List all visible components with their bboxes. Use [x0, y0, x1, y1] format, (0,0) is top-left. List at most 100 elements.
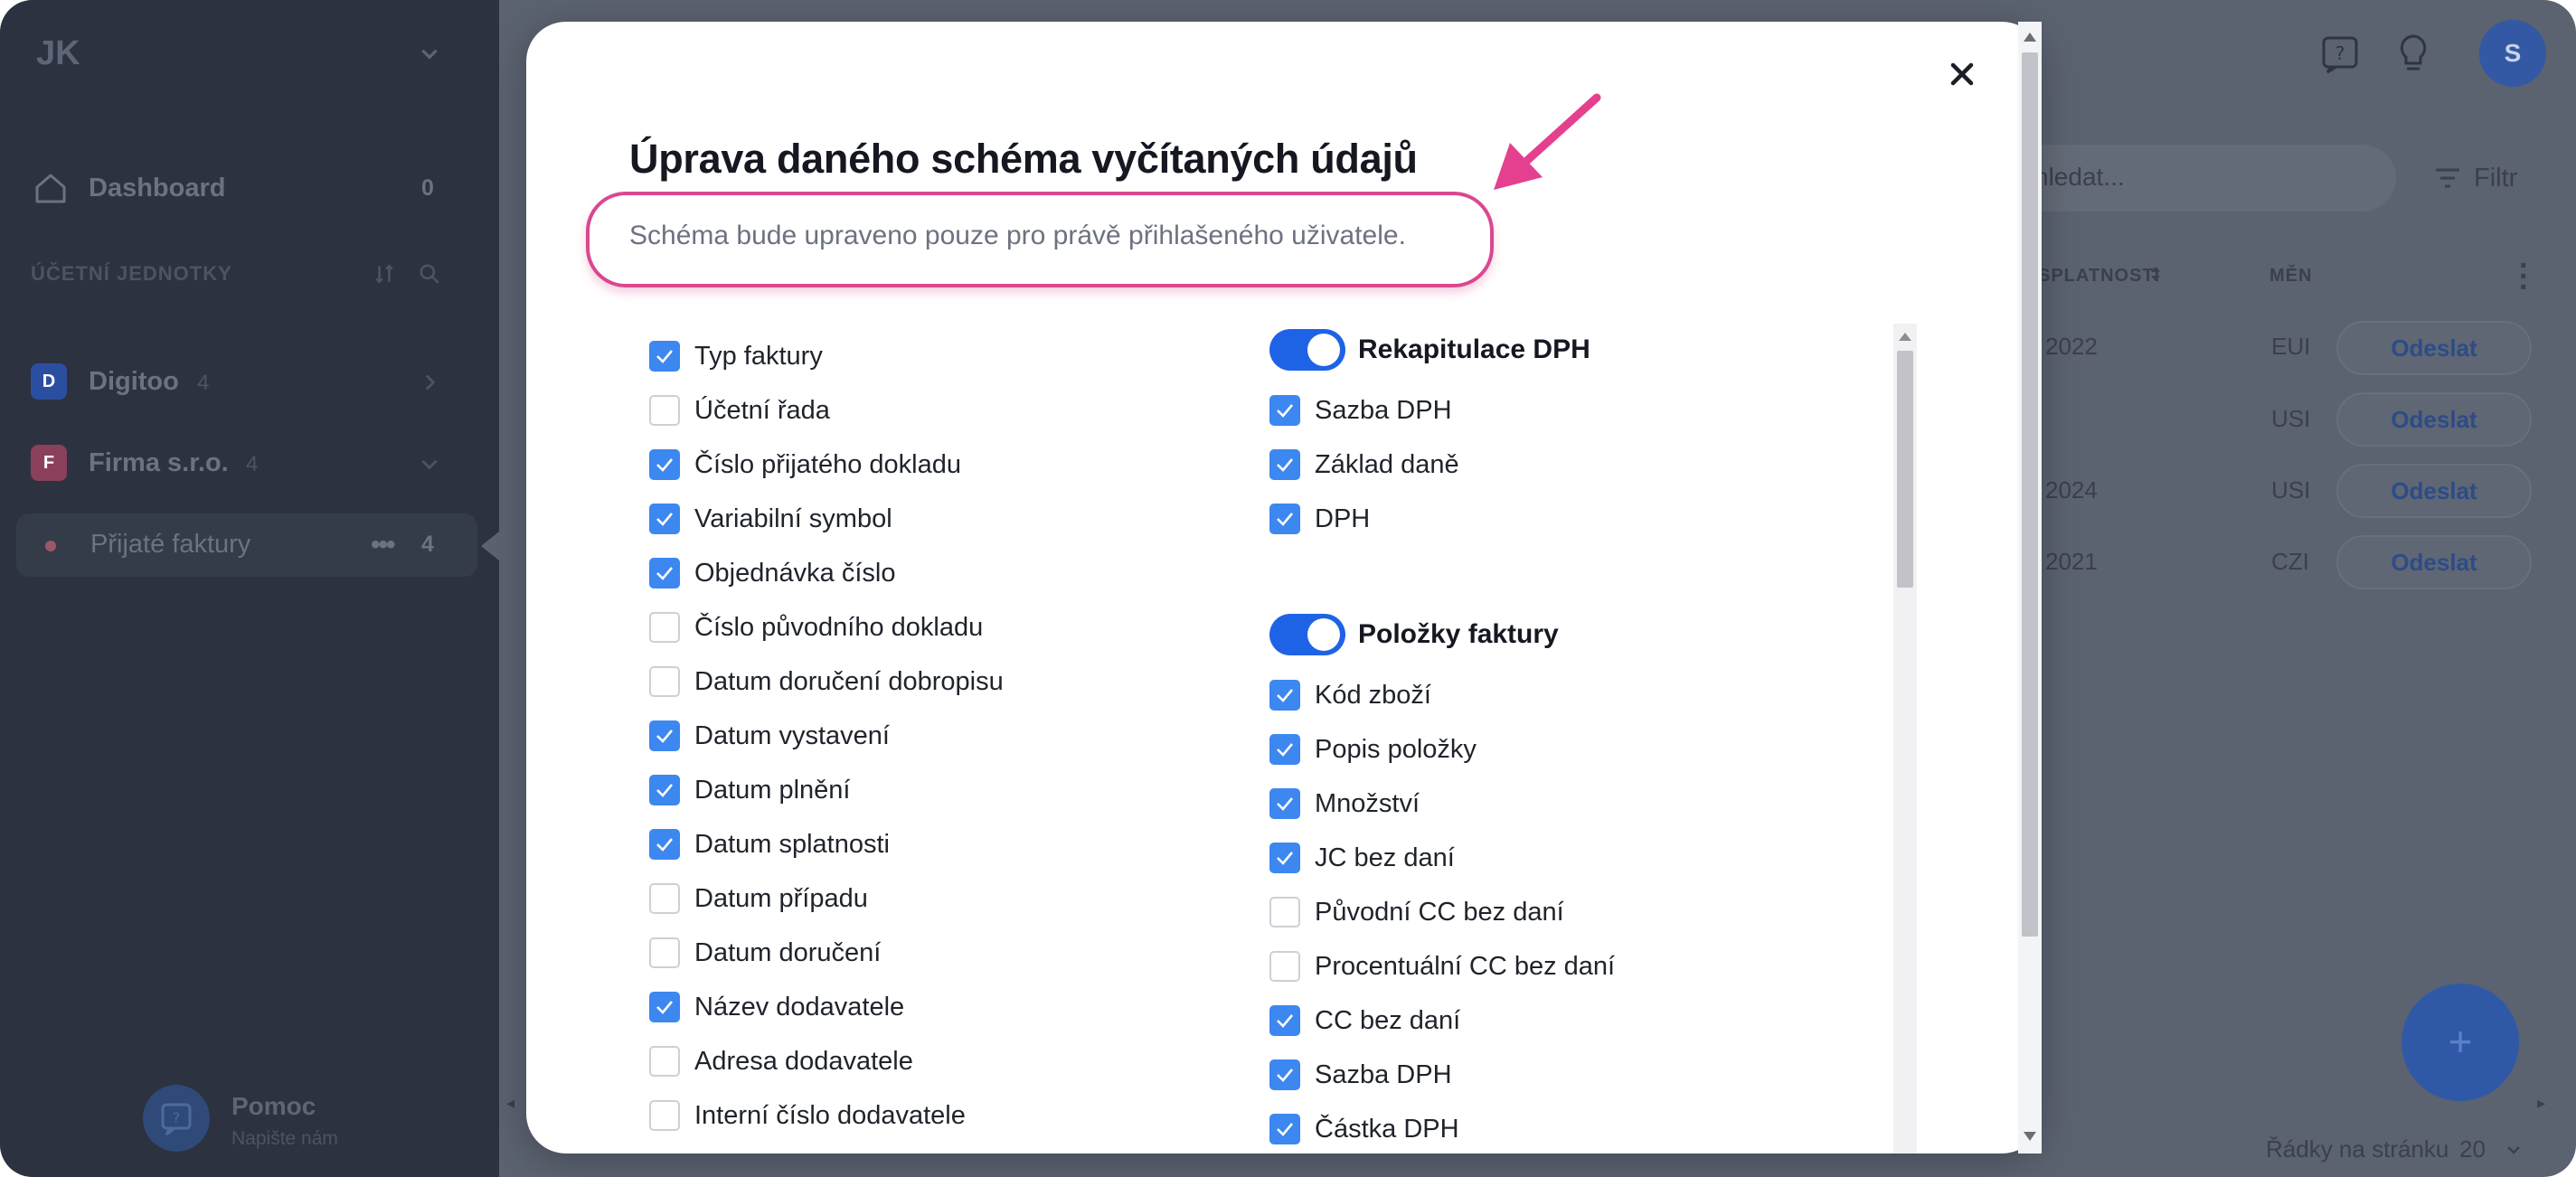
filter-icon[interactable] [2432, 163, 2463, 193]
checkbox-unchecked[interactable] [649, 937, 680, 968]
scroll-up-arrow[interactable] [1899, 333, 1911, 341]
checkbox-checked[interactable] [649, 992, 680, 1022]
search-icon[interactable] [418, 262, 441, 286]
checkbox-checked[interactable] [1269, 1059, 1300, 1090]
scroll-up-arrow[interactable] [2024, 33, 2036, 42]
status-dot [45, 541, 56, 551]
checkbox-unchecked[interactable] [649, 883, 680, 914]
checkbox-unchecked[interactable] [649, 666, 680, 697]
row-currency: USI [2271, 476, 2311, 504]
send-button[interactable]: Odeslat [2336, 392, 2532, 447]
column-header-currency[interactable]: MĚN [2269, 266, 2312, 287]
checkbox-checked[interactable] [1269, 734, 1300, 765]
lightbulb-icon[interactable] [2396, 33, 2430, 76]
checkbox-checked[interactable] [1269, 449, 1300, 480]
field-label: JC bez daní [1315, 843, 1455, 872]
checkbox-unchecked[interactable] [1269, 897, 1300, 927]
send-button[interactable]: Odeslat [2336, 535, 2532, 589]
field-label: Typ faktury [694, 342, 823, 371]
avatar[interactable]: S [2479, 20, 2546, 87]
unit-badge: D [31, 363, 67, 400]
more-icon[interactable]: ••• [371, 530, 395, 560]
add-button[interactable]: + [2401, 984, 2519, 1101]
checkbox-checked[interactable] [1269, 395, 1300, 426]
filter-button[interactable]: Filtr [2474, 164, 2517, 193]
close-icon[interactable] [1944, 56, 1980, 92]
checkbox-checked[interactable] [649, 449, 680, 480]
checkbox-checked[interactable] [1269, 843, 1300, 873]
field-label: Číslo původního dokladu [694, 613, 984, 642]
checkbox-unchecked[interactable] [649, 612, 680, 643]
chevron-down-icon[interactable] [418, 42, 441, 65]
checkbox-unchecked[interactable] [1269, 951, 1300, 982]
sidebar-unit-digitoo[interactable]: D Digitoo 4 [31, 363, 465, 403]
scrollbar-thumb[interactable] [2022, 52, 2038, 937]
checkbox-checked[interactable] [649, 558, 680, 588]
scroll-right-arrow[interactable]: ▸ [2537, 1094, 2545, 1113]
field-label: Interní číslo dodavatele [694, 1101, 966, 1130]
unit-name: Digitoo [89, 367, 179, 396]
checkbox-checked[interactable] [1269, 1005, 1300, 1036]
checkbox-unchecked[interactable] [649, 1100, 680, 1131]
field-label: Datum doručení [694, 938, 882, 967]
field-label: Datum vystavení [694, 721, 890, 750]
modal-scrollbar[interactable] [2018, 22, 2042, 1153]
column-header-due[interactable]: SPLATNOSTI [2038, 266, 2160, 287]
sort-icon[interactable] [373, 262, 396, 286]
toggle-switch-on[interactable] [1269, 614, 1345, 655]
unit-count: 4 [246, 452, 259, 476]
field-label: CC bez daní [1315, 1006, 1461, 1035]
field-list-scrollbar[interactable] [1893, 324, 1917, 1153]
toggle-switch-on[interactable] [1269, 329, 1345, 371]
search-placeholder: hledat... [2034, 163, 2125, 191]
scroll-down-arrow[interactable] [2024, 1132, 2036, 1141]
svg-text:?: ? [2335, 42, 2345, 64]
unit-badge: F [31, 445, 67, 481]
checkbox-checked[interactable] [649, 341, 680, 372]
group-title: Položky faktury [1358, 619, 1559, 649]
field-label: Částka DPH [1315, 1115, 1459, 1144]
field-label: Sazba DPH [1315, 1060, 1452, 1089]
row-currency: CZI [2271, 548, 2309, 575]
checkbox-checked[interactable] [1269, 1114, 1300, 1144]
send-button[interactable]: Odeslat [2336, 321, 2532, 375]
scrollbar-thumb[interactable] [1897, 351, 1913, 588]
sort-icon[interactable] [2148, 264, 2163, 284]
row-currency: EUI [2271, 333, 2311, 360]
chevron-down-icon [421, 459, 438, 470]
scroll-left-arrow[interactable]: ◂ [506, 1094, 514, 1113]
sidebar: JK Dashboard 0 ÚČETNÍ JEDNOTKY D Digitoo… [0, 0, 499, 1177]
field-label: Účetní řada [694, 396, 830, 425]
rows-per-page-select[interactable]: 20 [2459, 1135, 2486, 1163]
checkbox-checked[interactable] [649, 829, 680, 860]
dashboard-count: 0 [421, 175, 434, 201]
checkbox-checked[interactable] [1269, 504, 1300, 534]
checkbox-checked[interactable] [1269, 680, 1300, 711]
help-icon[interactable]: ? [2320, 34, 2360, 74]
unit-count: 4 [197, 371, 210, 395]
chevron-down-icon[interactable] [2505, 1141, 2523, 1159]
field-label: Datum případu [694, 884, 868, 913]
help-title[interactable]: Pomoc [231, 1092, 316, 1121]
sidebar-item-received-invoices[interactable]: Přijaté faktury ••• 4 [16, 513, 477, 577]
toggle-knob [1307, 618, 1340, 651]
sidebar-item-dashboard[interactable]: Dashboard [89, 174, 225, 203]
row-due-date: 2024 [2045, 476, 2098, 504]
brand-logo[interactable]: JK [36, 34, 80, 73]
send-button[interactable]: Odeslat [2336, 464, 2532, 518]
sidebar-unit-firma[interactable]: F Firma s.r.o. 4 [31, 445, 465, 485]
checkbox-unchecked[interactable] [649, 1046, 680, 1077]
checkbox-checked[interactable] [1269, 788, 1300, 819]
more-vertical-icon[interactable]: · · · [2519, 250, 2529, 303]
checkbox-checked[interactable] [649, 775, 680, 805]
row-due-date: 2022 [2045, 333, 2098, 360]
help-chat-icon[interactable]: ? [143, 1085, 210, 1152]
checkbox-checked[interactable] [649, 720, 680, 751]
field-label: Variabilní symbol [694, 504, 892, 533]
field-label: Objednávka číslo [694, 559, 896, 588]
field-label: Procentuální CC bez daní [1315, 952, 1616, 981]
checkbox-checked[interactable] [649, 504, 680, 534]
field-label: Datum plnění [694, 776, 851, 805]
checkbox-unchecked[interactable] [649, 395, 680, 426]
group-title: Rekapitulace DPH [1358, 334, 1590, 364]
